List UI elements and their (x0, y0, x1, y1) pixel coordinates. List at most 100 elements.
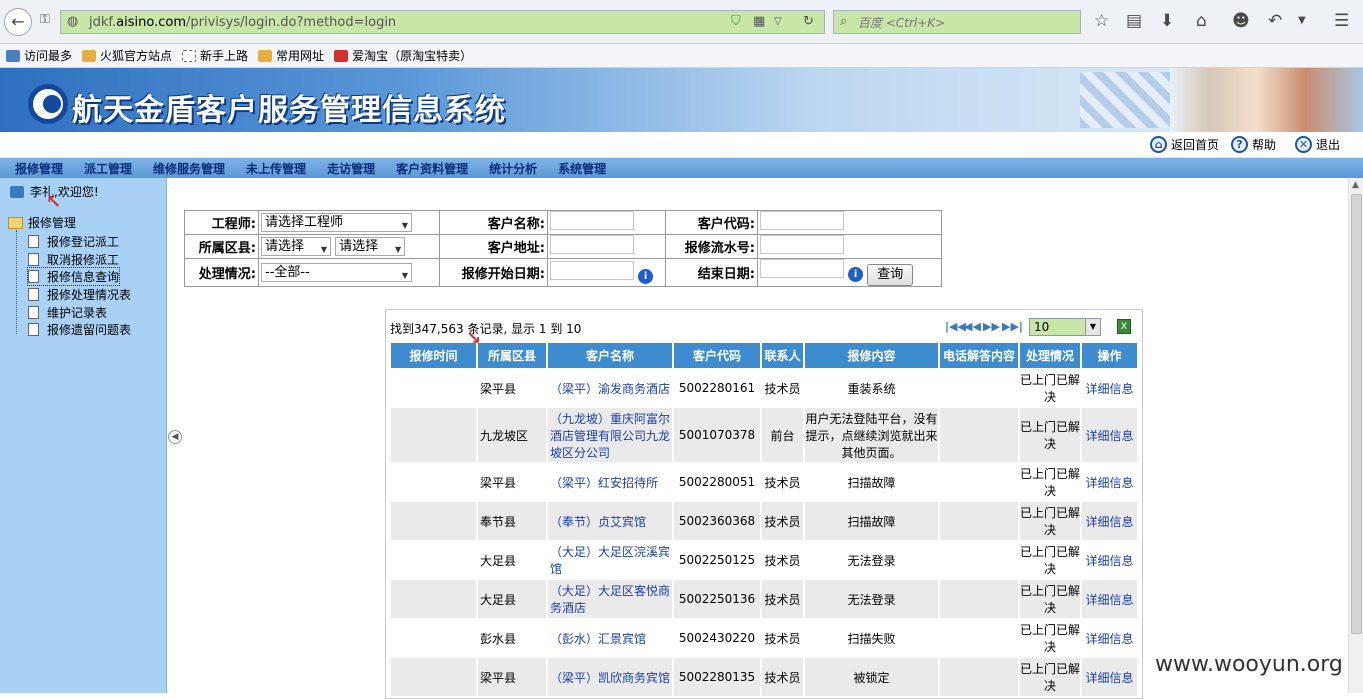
bookmark-label: 访问最多 (24, 49, 73, 63)
undo-icon[interactable]: ↶ (1268, 11, 1282, 31)
scroll-up-icon[interactable]: ▲ (1352, 180, 1359, 190)
detail-link[interactable]: 详细信息 (1082, 408, 1137, 462)
bookmarks-bar: 访问最多 火狐官方站点 新手上路 常用网址 爱淘宝（原淘宝特卖） (0, 44, 1363, 68)
cell-code: 5002430220 (674, 619, 760, 657)
qr-icon[interactable]: ▦ (753, 14, 765, 29)
detail-link[interactable]: 详细信息 (1082, 580, 1137, 618)
detail-link[interactable]: 详细信息 (1082, 502, 1137, 540)
town-select[interactable]: 请选择 (335, 237, 406, 258)
cell-time (391, 619, 476, 657)
export-excel-icon[interactable]: X (1117, 319, 1131, 334)
menu-item-visit[interactable]: 走访管理 (327, 160, 375, 177)
main-content: 工程师: 请选择工程师 客户名称: 客户代码: 所属区县: 请选择 请选择 客户… (168, 178, 1348, 699)
customer-name-input[interactable] (550, 211, 634, 230)
detail-link[interactable]: 详细信息 (1082, 619, 1137, 657)
cell-customer-name[interactable]: （大足）大足区客悦商务酒店 (548, 580, 672, 618)
col-header[interactable]: 报修时间 (391, 343, 476, 368)
home-icon[interactable]: ⌂ (1196, 11, 1207, 31)
scrollbar-thumb[interactable] (1351, 194, 1362, 634)
query-button[interactable]: 查询 (867, 264, 914, 286)
cell-customer-name[interactable]: （梁平）渝发商务酒店 (548, 369, 672, 407)
sidebar-item-leftover[interactable]: 报修遗留问题表 (28, 321, 131, 338)
end-date-input[interactable] (760, 259, 844, 278)
cell-customer-name[interactable]: （彭水）汇景宾馆 (548, 619, 672, 657)
detail-link[interactable]: 详细信息 (1082, 541, 1137, 579)
col-header[interactable]: 所属区县 (478, 343, 546, 368)
menu-icon[interactable]: ☰ (1334, 11, 1349, 31)
menu-item-repair[interactable]: 报修管理 (15, 160, 63, 177)
bookmark-item[interactable]: 火狐官方站点 (82, 47, 172, 64)
sidebar-item-register[interactable]: 报修登记派工 (28, 233, 119, 250)
next-page-icon[interactable]: ▶▶ (983, 320, 1000, 333)
cell-time (391, 502, 476, 540)
chat-icon[interactable]: ☻ (1232, 11, 1250, 31)
engineer-select[interactable]: 请选择工程师 (261, 213, 412, 234)
download-icon[interactable]: ⬇ (1160, 11, 1174, 31)
first-page-icon[interactable]: |◀◀ (945, 320, 966, 333)
cell-phone (940, 619, 1018, 657)
cell-district: 大足县 (478, 580, 546, 618)
col-header[interactable]: 联系人 (762, 343, 803, 368)
cell-customer-name[interactable]: （九龙坡）重庆阿富尔酒店管理有限公司九龙坡区分公司 (548, 408, 672, 462)
table-row: 奉节县 （奉节）贞艾宾馆 5002360368 技术员 扫描故障 已上门已解决 … (391, 502, 1137, 540)
cell-customer-name[interactable]: （大足）大足区浣溪宾馆 (548, 541, 672, 579)
district-select[interactable]: 请选择 (261, 237, 331, 258)
menu-item-customer[interactable]: 客户资料管理 (396, 160, 468, 177)
col-header[interactable]: 处理情况 (1020, 343, 1080, 368)
col-header[interactable]: 客户代码 (674, 343, 760, 368)
logout-link[interactable]: ✕ 退出 (1295, 136, 1340, 153)
calendar-info-icon[interactable]: i (848, 267, 864, 282)
document-icon (28, 253, 39, 266)
detail-link[interactable]: 详细信息 (1082, 463, 1137, 501)
watermark: www.wooyun.org (1155, 652, 1343, 677)
status-select[interactable]: --全部-- (261, 263, 412, 284)
help-link[interactable]: ? 帮助 (1231, 136, 1276, 153)
search-input[interactable]: ⌕ 百度 <Ctrl+K> (833, 10, 1081, 34)
calendar-info-icon[interactable]: i (638, 269, 654, 284)
menu-item-upload[interactable]: 未上传管理 (246, 160, 306, 177)
bookmark-item[interactable]: 常用网址 (258, 47, 324, 64)
col-header[interactable]: 客户名称 (548, 343, 672, 368)
back-icon[interactable]: ← (4, 7, 32, 36)
home-link[interactable]: ⌂ 返回首页 (1150, 136, 1219, 153)
reading-list-icon[interactable]: ▤ (1126, 11, 1142, 31)
detail-link[interactable]: 详细信息 (1082, 658, 1137, 696)
cell-customer-name[interactable]: （奉节）贞艾宾馆 (548, 502, 672, 540)
page-size-select[interactable]: 10 ▼ (1029, 318, 1101, 336)
sidebar-item-query[interactable]: 报修信息查询 (26, 267, 121, 286)
menu-item-system[interactable]: 系统管理 (558, 160, 606, 177)
cell-time (391, 541, 476, 579)
address-bar[interactable]: ◍ jdkf. aisino.com/privisys/login.do?meth… (60, 10, 825, 34)
sidebar-item-maintenance[interactable]: 维护记录表 (28, 304, 107, 321)
banner-title: 航天金盾客户服务管理信息系统 (72, 93, 506, 128)
cell-customer-name[interactable]: （梁平）凯欣商务宾馆 (548, 658, 672, 696)
col-header[interactable]: 电话解答内容 (940, 343, 1018, 368)
col-header[interactable]: 报修内容 (805, 343, 938, 368)
tree-root-repair[interactable]: 报修管理 (8, 214, 76, 231)
cell-customer-name[interactable]: （梁平）红安招待所 (548, 463, 672, 501)
star-icon[interactable]: ☆ (1094, 11, 1109, 31)
chevron-down-icon[interactable]: ▼ (1298, 15, 1306, 26)
sidebar-item-cancel[interactable]: 取消报修派工 (28, 251, 119, 268)
sidebar-item-status-report[interactable]: 报修处理情况表 (28, 286, 131, 303)
menu-item-service[interactable]: 维修服务管理 (153, 160, 225, 177)
vertical-scrollbar[interactable]: ▲ (1348, 178, 1363, 693)
menu-item-dispatch[interactable]: 派工管理 (84, 160, 132, 177)
menu-item-stats[interactable]: 统计分析 (489, 160, 537, 177)
dropdown-icon[interactable]: ▽ (774, 16, 782, 27)
customer-code-input[interactable] (760, 211, 844, 230)
bookmark-item[interactable]: 爱淘宝（原淘宝特卖） (334, 47, 472, 64)
reload-icon[interactable]: ↻ (803, 14, 814, 29)
serial-input[interactable] (760, 235, 844, 254)
shield-icon[interactable]: ⛉ (731, 14, 741, 29)
bookmark-item[interactable]: 新手上路 (182, 47, 248, 64)
detail-link[interactable]: 详细信息 (1082, 369, 1137, 407)
bookmark-item[interactable]: 访问最多 (6, 47, 72, 64)
cell-status: 已上门已解决 (1020, 369, 1080, 407)
start-date-input[interactable] (550, 261, 634, 280)
col-header[interactable]: 操作 (1082, 343, 1137, 368)
tree-root-label: 报修管理 (28, 216, 77, 230)
last-page-icon[interactable]: ▶▶| (1002, 320, 1023, 333)
address-input[interactable] (550, 235, 634, 254)
prev-page-icon[interactable]: ◀◀ (964, 320, 981, 333)
